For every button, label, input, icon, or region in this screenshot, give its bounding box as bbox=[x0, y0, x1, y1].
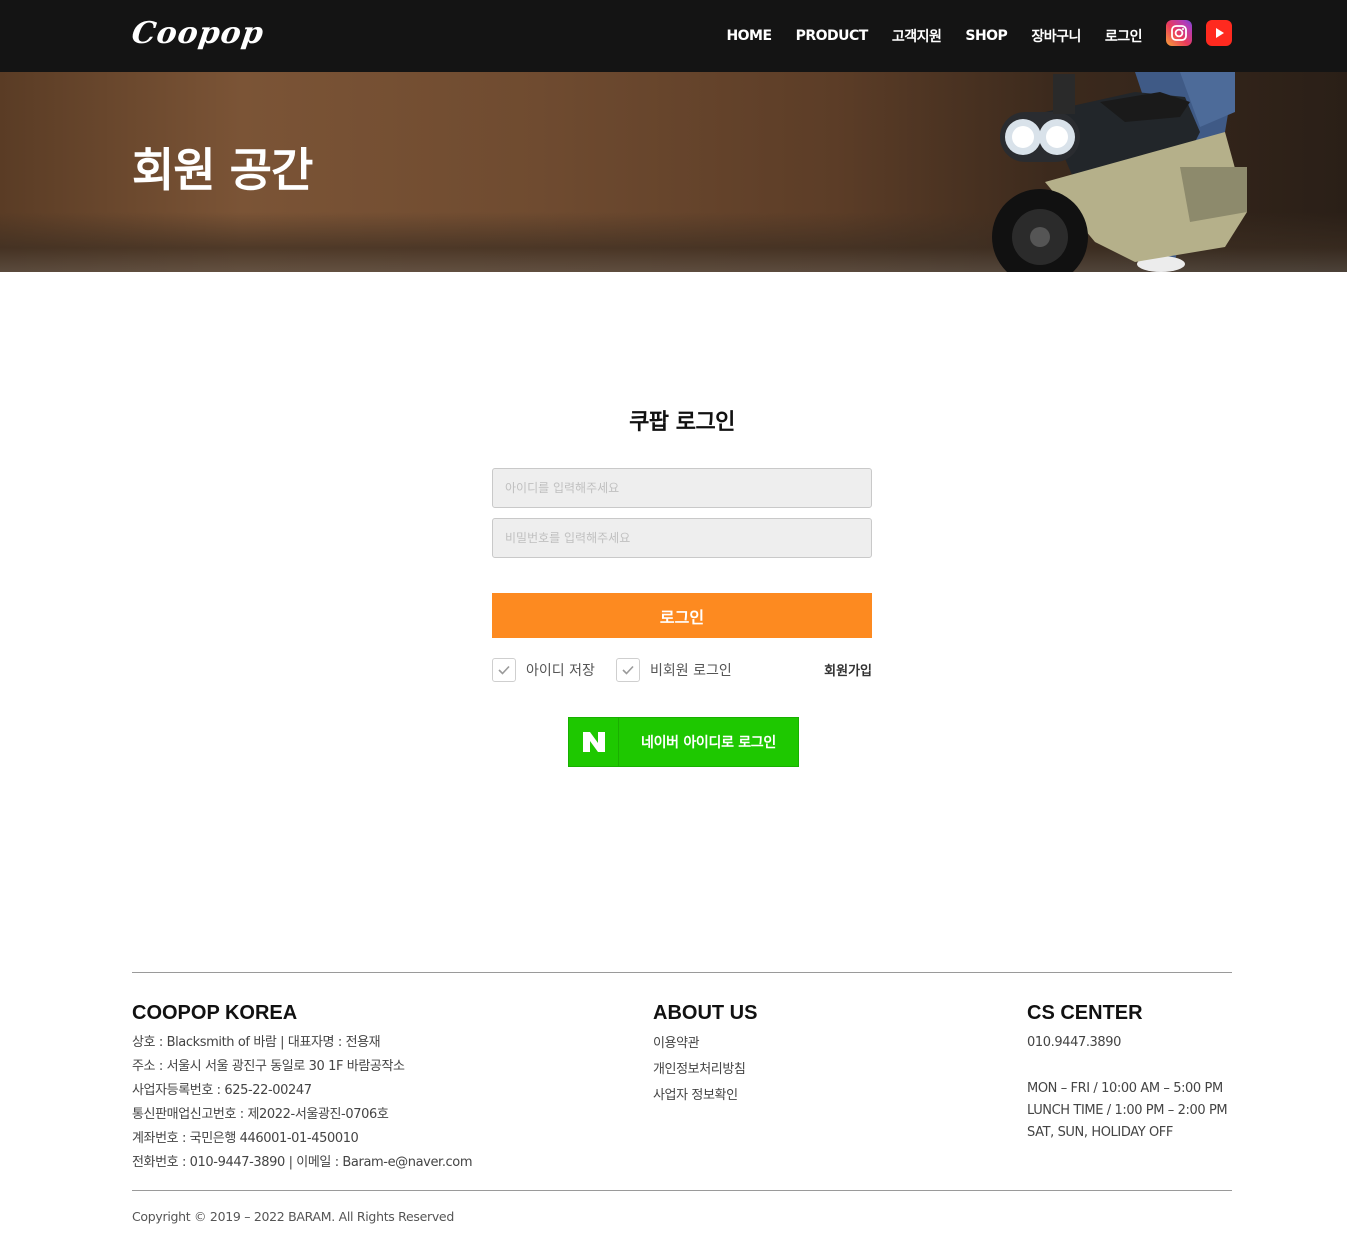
save-id-checkbox[interactable] bbox=[492, 658, 516, 682]
company-line: 상호 : Blacksmith of 바람 | 대표자명 : 전용재 bbox=[132, 1035, 381, 1050]
business-info-link[interactable]: 사업자 정보확인 bbox=[653, 1086, 745, 1112]
company-line: 통신판매업신고번호 : 제2022-서울광진-0706호 bbox=[132, 1107, 389, 1122]
hero-banner: 회원 공간 bbox=[0, 72, 1347, 272]
company-line: 사업자등록번호 : 625-22-00247 bbox=[132, 1083, 312, 1098]
instagram-icon[interactable] bbox=[1166, 20, 1192, 46]
privacy-link[interactable]: 개인정보처리방침 bbox=[653, 1060, 746, 1086]
scooter-photo bbox=[992, 72, 1247, 272]
cs-phone: 010.9447.3890 bbox=[1027, 1035, 1122, 1050]
nav-shop[interactable]: SHOP bbox=[965, 28, 1007, 44]
naver-login-button[interactable]: 네이버 아이디로 로그인 bbox=[568, 717, 799, 767]
footer-cs-title: CS CENTER bbox=[1027, 1002, 1143, 1024]
guest-login-option[interactable]: 비회원 로그인 bbox=[616, 658, 732, 682]
footer-company-info: 상호 : Blacksmith of 바람 | 대표자명 : 전용재 주소 : … bbox=[132, 1033, 473, 1177]
footer-divider-top bbox=[132, 972, 1232, 973]
footer-company-title: COOPOP KOREA bbox=[132, 1002, 298, 1024]
main-nav: HOME PRODUCT 고객지원 SHOP 장바구니 로그인 bbox=[726, 0, 1142, 72]
login-button[interactable]: 로그인 bbox=[492, 593, 872, 638]
user-id-input[interactable] bbox=[492, 468, 872, 508]
site-logo[interactable]: Coopop bbox=[130, 16, 267, 51]
naver-logo-icon bbox=[569, 718, 619, 766]
copyright: Copyright © 2019 – 2022 BARAM. All Right… bbox=[132, 1209, 454, 1224]
nav-cart[interactable]: 장바구니 bbox=[1031, 26, 1081, 46]
footer-divider-bottom bbox=[132, 1190, 1232, 1191]
nav-home[interactable]: HOME bbox=[726, 28, 772, 44]
cs-hours: SAT, SUN, HOLIDAY OFF bbox=[1027, 1125, 1173, 1140]
company-line: 주소 : 서울시 서울 광진구 동일로 30 1F 바람공작소 bbox=[132, 1059, 405, 1074]
cs-spacer bbox=[1027, 1055, 1227, 1079]
password-input[interactable] bbox=[492, 518, 872, 558]
naver-login-label: 네이버 아이디로 로그인 bbox=[641, 735, 776, 751]
nav-login[interactable]: 로그인 bbox=[1105, 26, 1143, 46]
social-links bbox=[1166, 20, 1232, 46]
youtube-icon[interactable] bbox=[1206, 20, 1232, 46]
cs-hours: MON – FRI / 10:00 AM – 5:00 PM bbox=[1027, 1081, 1223, 1096]
check-icon bbox=[622, 665, 634, 675]
company-line: 계좌번호 : 국민은행 446001-01-450010 bbox=[132, 1131, 359, 1146]
guest-login-checkbox[interactable] bbox=[616, 658, 640, 682]
footer-cs-info: 010.9447.3890 MON – FRI / 10:00 AM – 5:0… bbox=[1027, 1033, 1228, 1145]
cs-hours: LUNCH TIME / 1:00 PM – 2:00 PM bbox=[1027, 1103, 1228, 1118]
save-id-option[interactable]: 아이디 저장 bbox=[492, 658, 595, 682]
login-title: 쿠팝 로그인 bbox=[629, 410, 735, 435]
page-title: 회원 공간 bbox=[132, 143, 313, 197]
terms-link[interactable]: 이용약관 bbox=[653, 1034, 745, 1060]
nav-product[interactable]: PRODUCT bbox=[796, 28, 869, 44]
guest-login-label: 비회원 로그인 bbox=[650, 663, 732, 679]
company-line: 전화번호 : 010-9447-3890 | 이메일 : Baram-e@nav… bbox=[132, 1155, 473, 1170]
check-icon bbox=[498, 665, 510, 675]
footer-about-title: ABOUT US bbox=[653, 1002, 758, 1024]
signup-link[interactable]: 회원가입 bbox=[824, 660, 872, 679]
nav-support[interactable]: 고객지원 bbox=[892, 26, 942, 46]
save-id-label: 아이디 저장 bbox=[526, 663, 595, 679]
site-header: Coopop HOME PRODUCT 고객지원 SHOP 장바구니 로그인 bbox=[0, 0, 1347, 72]
footer-about-links: 이용약관 개인정보처리방침 사업자 정보확인 bbox=[653, 1034, 746, 1112]
